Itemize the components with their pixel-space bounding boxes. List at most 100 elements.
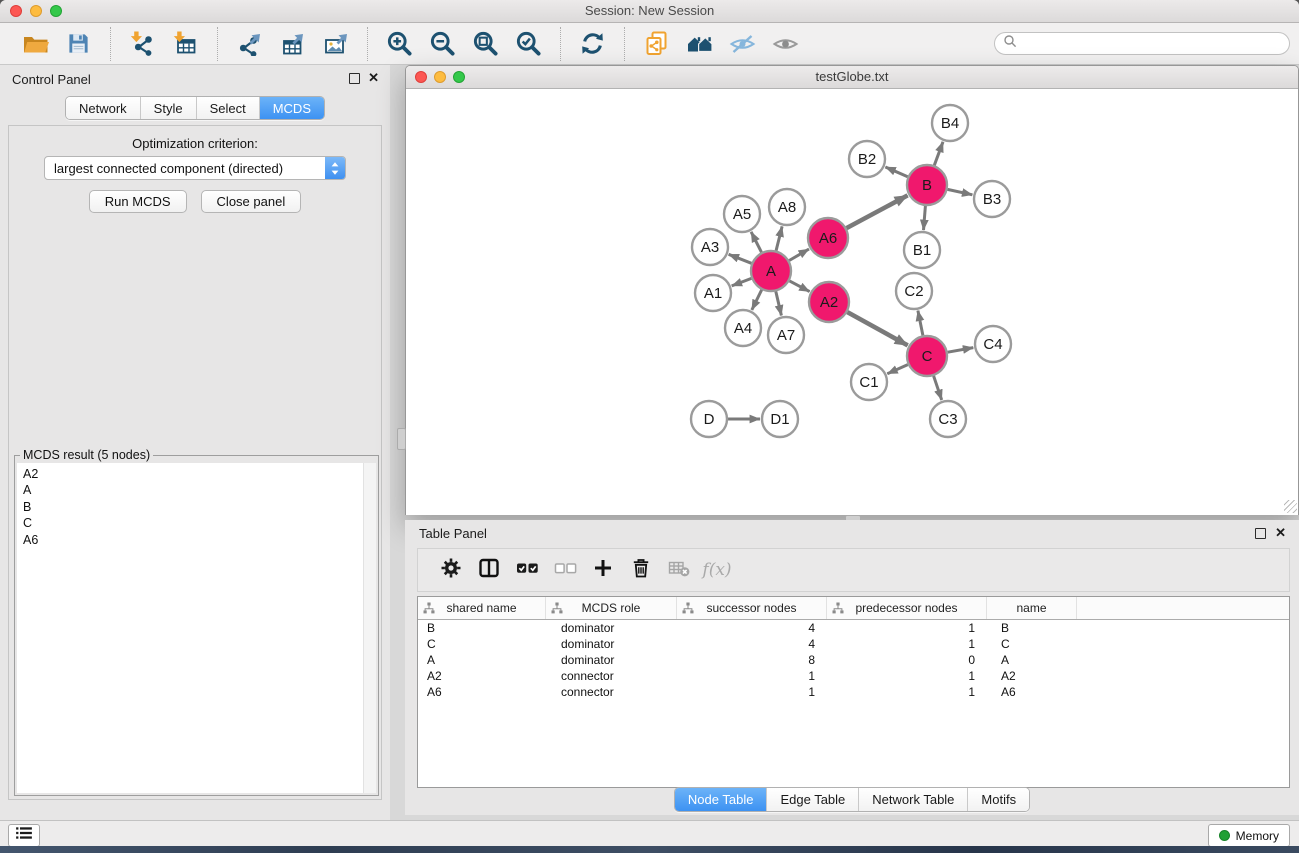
tab-network-table[interactable]: Network Table [858, 788, 967, 811]
float-panel-icon[interactable] [349, 73, 360, 84]
column-header-predecessor-nodes[interactable]: predecessor nodes [827, 597, 987, 619]
tab-mcds[interactable]: MCDS [259, 97, 324, 119]
graph-node[interactable]: B3 [974, 181, 1010, 217]
mcds-result-item[interactable]: B [17, 499, 364, 515]
mcds-result-item[interactable]: C [17, 515, 364, 531]
float-panel-icon[interactable] [1255, 528, 1266, 539]
zoom-selected-button[interactable] [507, 27, 550, 61]
graph-edge[interactable] [924, 206, 926, 230]
tab-select[interactable]: Select [196, 97, 259, 119]
run-mcds-button[interactable]: Run MCDS [89, 190, 187, 213]
import-network-button[interactable] [121, 27, 164, 61]
graph-edge[interactable] [934, 142, 943, 166]
save-session-button[interactable] [57, 27, 100, 61]
mcds-result-item[interactable]: A [17, 482, 364, 498]
zoom-fit-button[interactable] [464, 27, 507, 61]
close-panel-button[interactable]: Close panel [201, 190, 302, 213]
resize-grip-icon[interactable] [1284, 500, 1297, 513]
table-settings-button[interactable] [432, 553, 470, 587]
graph-edge[interactable] [732, 278, 752, 286]
add-row-button[interactable] [584, 553, 622, 587]
graph-node[interactable]: A2 [809, 282, 849, 322]
column-header-shared-name[interactable]: shared name [418, 597, 546, 619]
graph-edge[interactable] [847, 312, 907, 345]
graph-edge[interactable] [948, 348, 974, 353]
criterion-select[interactable]: largest connected component (directed) [44, 156, 346, 180]
graph-node[interactable]: C4 [975, 326, 1011, 362]
svg-text:A6: A6 [819, 230, 837, 247]
graph-node[interactable]: A [751, 251, 791, 291]
column-header-successor-nodes[interactable]: successor nodes [677, 597, 827, 619]
graph-node[interactable]: C3 [930, 401, 966, 437]
task-history-button[interactable] [8, 824, 40, 847]
table-row[interactable]: Cdominator41C [418, 636, 1289, 652]
column-header-mcds-role[interactable]: MCDS role [546, 597, 677, 619]
graph-node[interactable]: B [907, 165, 947, 205]
export-table-button[interactable] [271, 27, 314, 61]
graph-node[interactable]: B1 [904, 232, 940, 268]
tab-edge-table[interactable]: Edge Table [766, 788, 858, 811]
table-row[interactable]: Bdominator41B [418, 620, 1289, 636]
graph-node[interactable]: A1 [695, 275, 731, 311]
graph-edge[interactable] [847, 195, 908, 228]
graph-node[interactable]: C2 [896, 273, 932, 309]
search-field[interactable] [994, 32, 1290, 55]
table-row[interactable]: Adominator80A [418, 652, 1289, 668]
graph-node[interactable]: A6 [808, 218, 848, 258]
tab-node-table[interactable]: Node Table [675, 788, 767, 811]
zoom-out-button[interactable] [421, 27, 464, 61]
select-all-button[interactable] [508, 553, 546, 587]
graph-edge[interactable] [948, 189, 973, 194]
column-header-name[interactable]: name [987, 597, 1077, 619]
tab-style[interactable]: Style [140, 97, 196, 119]
graph-node[interactable]: A3 [692, 229, 728, 265]
graph-edge[interactable] [790, 281, 810, 292]
graph-node[interactable]: D1 [762, 401, 798, 437]
mcds-list-scrollbar[interactable] [363, 463, 376, 793]
import-table-button[interactable] [164, 27, 207, 61]
export-network-button[interactable] [228, 27, 271, 61]
graph-node[interactable]: A8 [769, 189, 805, 225]
graph-edge[interactable] [751, 232, 761, 253]
deselect-all-button[interactable] [546, 553, 584, 587]
close-panel-icon[interactable]: ✕ [1275, 525, 1286, 540]
graph-edge[interactable] [752, 290, 762, 310]
delete-row-button[interactable] [622, 553, 660, 587]
home-button[interactable] [678, 27, 721, 61]
open-session-button[interactable] [14, 27, 57, 61]
duplicate-network-button[interactable] [635, 27, 678, 61]
graph-node[interactable]: B2 [849, 141, 885, 177]
mcds-result-item[interactable]: A6 [17, 532, 364, 548]
table-row[interactable]: A6connector11A6 [418, 684, 1289, 700]
graph-node[interactable]: B4 [932, 105, 968, 141]
tab-network[interactable]: Network [66, 97, 140, 119]
vertical-splitter-handle[interactable] [397, 428, 406, 450]
close-panel-icon[interactable]: ✕ [368, 70, 379, 85]
graph-edge[interactable] [918, 311, 923, 336]
graph-node[interactable]: C1 [851, 364, 887, 400]
zoom-in-button[interactable] [378, 27, 421, 61]
network-canvas[interactable]: A A1 A2 A3 A4 A5 A6 A7 A8 B B1 B2 B3 B4 C C1 C2 C3 C4 D D1 [406, 89, 1298, 515]
graph-edge[interactable] [776, 291, 782, 315]
graph-node[interactable]: A4 [725, 310, 761, 346]
memory-button[interactable]: Memory [1208, 824, 1290, 847]
search-input[interactable] [1022, 35, 1281, 52]
graph-edge[interactable] [729, 254, 752, 263]
graph-edge[interactable] [776, 226, 782, 250]
graph-node[interactable]: A5 [724, 196, 760, 232]
refresh-button[interactable] [571, 27, 614, 61]
tab-motifs[interactable]: Motifs [967, 788, 1029, 811]
graph-node[interactable]: D [691, 401, 727, 437]
export-image-button[interactable] [314, 27, 357, 61]
graph-edge[interactable] [887, 365, 908, 374]
graph-edge[interactable] [934, 376, 942, 400]
column-layout-button[interactable] [470, 553, 508, 587]
graph-edge[interactable] [885, 167, 907, 177]
show-eye-button[interactable] [764, 27, 807, 61]
hide-eye-button[interactable] [721, 27, 764, 61]
graph-node[interactable]: A7 [768, 317, 804, 353]
table-row[interactable]: A2connector11A2 [418, 668, 1289, 684]
graph-node[interactable]: C [907, 336, 947, 376]
mcds-result-item[interactable]: A2 [17, 463, 364, 482]
graph-edge[interactable] [789, 249, 809, 261]
